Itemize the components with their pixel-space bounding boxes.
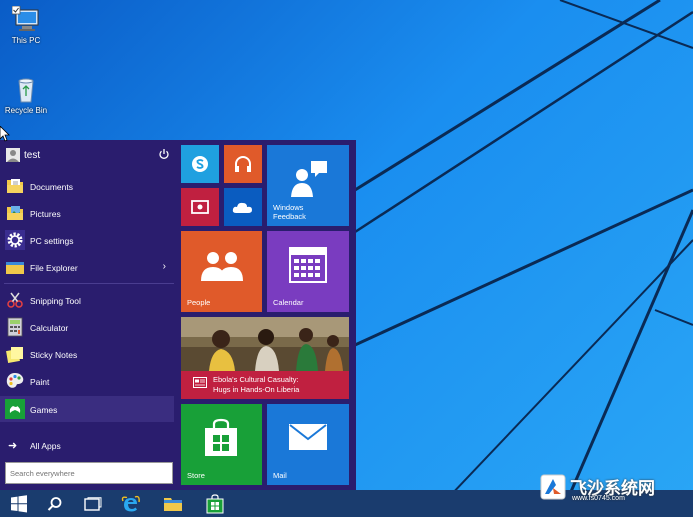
user-account-row[interactable]: test [0, 142, 176, 168]
menu-item-label: File Explorer [30, 263, 78, 273]
news-headline: Ebola's Cultural Casualty: Hugs in Hands… [213, 375, 300, 394]
file-explorer-icon [164, 497, 182, 511]
menu-item-label: PC settings [30, 236, 74, 246]
menu-item-label: Sticky Notes [30, 350, 78, 360]
menu-item-file-explorer[interactable]: File Explorer › [0, 254, 174, 280]
cloud-icon [232, 202, 252, 213]
menu-item-label: Calculator [30, 323, 69, 333]
headphones-icon [235, 156, 251, 172]
power-icon[interactable] [158, 148, 170, 160]
task-view-icon [84, 496, 102, 511]
tile-onedrive[interactable] [224, 188, 262, 226]
all-apps-label: All Apps [30, 441, 61, 451]
watermark-logo-icon [540, 474, 566, 500]
menu-item-sticky-notes[interactable]: Sticky Notes [0, 341, 174, 367]
tile-windows-feedback[interactable]: Windows Feedback [267, 145, 349, 226]
gear-icon [5, 230, 25, 250]
desktop-icon-this-pc[interactable]: This PC [0, 6, 56, 45]
divider [4, 283, 174, 284]
tile-skype[interactable] [181, 145, 219, 183]
tile-video[interactable] [181, 188, 219, 226]
menu-item-label: Documents [30, 182, 73, 192]
folder-pictures-icon [7, 206, 23, 220]
taskbar-store[interactable] [196, 490, 234, 517]
xbox-icon [5, 399, 25, 419]
skype-icon [192, 156, 208, 172]
tile-label: Calendar [273, 298, 304, 307]
tile-store[interactable]: Store [181, 404, 262, 485]
avatar [6, 148, 20, 162]
menu-item-label: Games [30, 405, 58, 415]
user-name: test [24, 150, 41, 161]
tile-calendar[interactable]: Calendar [267, 231, 349, 312]
palette-icon [6, 373, 24, 388]
menu-item-snipping-tool[interactable]: Snipping Tool [0, 287, 174, 313]
store-bag-icon [205, 418, 237, 456]
arrow-right-icon: ➜ [8, 440, 18, 452]
news-icon [193, 377, 207, 388]
all-apps-button[interactable]: ➜ All Apps [0, 432, 174, 458]
desktop-icon-label: Recycle Bin [4, 106, 48, 115]
windows-start-icon [11, 494, 27, 512]
computer-icon [12, 6, 39, 31]
taskbar-internet-explorer[interactable] [112, 490, 150, 517]
file-explorer-icon [6, 262, 24, 274]
tile-label: Windows Feedback [273, 203, 306, 221]
menu-item-pc-settings[interactable]: PC settings [0, 227, 174, 253]
news-photo [181, 317, 349, 371]
menu-item-documents[interactable]: Documents [0, 173, 174, 199]
menu-item-label: Pictures [30, 209, 61, 219]
folder-documents-icon [7, 179, 23, 193]
taskbar-file-explorer[interactable] [154, 490, 192, 517]
internet-explorer-icon [121, 495, 140, 511]
tile-music[interactable] [224, 145, 262, 183]
people-icon [201, 252, 243, 281]
tile-news[interactable]: Ebola's Cultural Casualty: Hugs in Hands… [181, 317, 349, 399]
menu-item-calculator[interactable]: Calculator [0, 314, 174, 340]
mail-icon [289, 424, 327, 450]
search-input[interactable] [10, 464, 170, 483]
store-icon [206, 493, 224, 513]
feedback-icon [291, 161, 327, 197]
task-view-button[interactable] [74, 490, 112, 517]
tile-label: Store [187, 471, 205, 480]
calculator-icon [7, 317, 23, 337]
tile-label: People [187, 298, 211, 307]
menu-item-label: Snipping Tool [30, 296, 81, 306]
start-button[interactable] [0, 490, 38, 517]
search-box[interactable] [5, 462, 173, 484]
scissors-icon [7, 292, 23, 308]
start-menu-left-pane: test Documents Pictures PC settings File… [0, 140, 176, 491]
menu-item-label: Paint [30, 377, 50, 387]
search-icon [47, 496, 62, 511]
tile-mail[interactable]: Mail [267, 404, 349, 485]
menu-item-paint[interactable]: Paint [0, 368, 174, 394]
desktop-icon-recycle-bin[interactable]: Recycle Bin [0, 76, 56, 115]
desktop-icon-label: This PC [11, 36, 41, 45]
watermark-url: www.fs0745.com [572, 495, 625, 502]
watermark: 飞沙系统网 www.fs0745.com [540, 474, 693, 502]
tile-label: Mail [273, 471, 287, 480]
start-menu: test Documents Pictures PC settings File… [0, 140, 356, 491]
menu-item-games[interactable]: Games [0, 396, 174, 422]
taskbar-search-button[interactable] [36, 490, 74, 517]
sticky-notes-icon [6, 347, 23, 363]
recycle-bin-icon [18, 78, 34, 103]
menu-item-pictures[interactable]: Pictures [0, 200, 174, 226]
video-icon [191, 200, 209, 214]
calendar-icon [289, 247, 327, 283]
tile-people[interactable]: People [181, 231, 262, 312]
chevron-right-icon[interactable]: › [163, 261, 166, 272]
mouse-cursor-icon [0, 126, 10, 142]
